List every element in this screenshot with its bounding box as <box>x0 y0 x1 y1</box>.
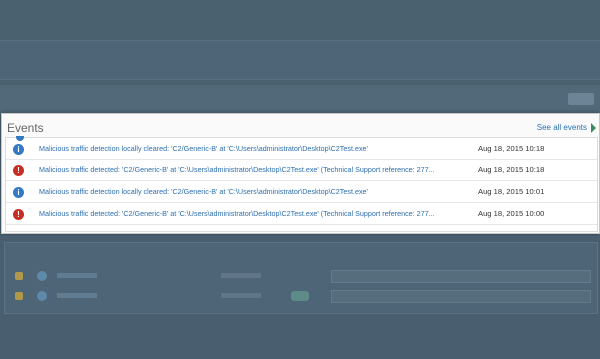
events-title: Events <box>7 121 44 135</box>
event-row[interactable]: ! Malicious traffic detected: 'C2/Generi… <box>6 204 597 225</box>
alert-icon: ! <box>13 165 24 176</box>
info-icon: i <box>13 187 24 198</box>
event-time: Aug 18, 2015 10:00 <box>478 209 545 218</box>
background-lower-area <box>0 236 600 359</box>
events-panel: Events See all events i Malicious traffi… <box>1 113 600 234</box>
background-row <box>11 289 591 303</box>
event-row[interactable]: i Malicious traffic detection locally cl… <box>6 139 597 160</box>
background-toolbar <box>0 85 600 113</box>
info-icon: i <box>13 144 24 155</box>
background-nav <box>0 40 600 80</box>
event-message[interactable]: Malicious traffic detection locally clea… <box>39 187 469 196</box>
event-message[interactable]: Malicious traffic detected: 'C2/Generic-… <box>39 209 469 218</box>
background-panel <box>4 242 598 314</box>
event-time: Aug 18, 2015 10:18 <box>478 144 545 153</box>
event-time: Aug 18, 2015 10:18 <box>478 165 545 174</box>
background-button <box>568 93 594 105</box>
event-row[interactable]: i Malicious traffic detection locally cl… <box>6 182 597 203</box>
see-all-events-link[interactable]: See all events <box>537 123 587 132</box>
event-row[interactable]: ! Malicious traffic detected: 'C2/Generi… <box>6 160 597 181</box>
events-list: i Malicious traffic detection locally cl… <box>5 136 598 232</box>
background-topbar <box>0 0 600 22</box>
events-header: Events See all events <box>2 114 599 138</box>
background-row <box>11 269 591 283</box>
event-message[interactable]: Malicious traffic detected: 'C2/Generic-… <box>39 165 469 174</box>
arrow-right-icon[interactable] <box>591 123 596 133</box>
event-message[interactable]: Malicious traffic detection locally clea… <box>39 144 469 153</box>
alert-icon: ! <box>13 209 24 220</box>
event-time: Aug 18, 2015 10:01 <box>478 187 545 196</box>
